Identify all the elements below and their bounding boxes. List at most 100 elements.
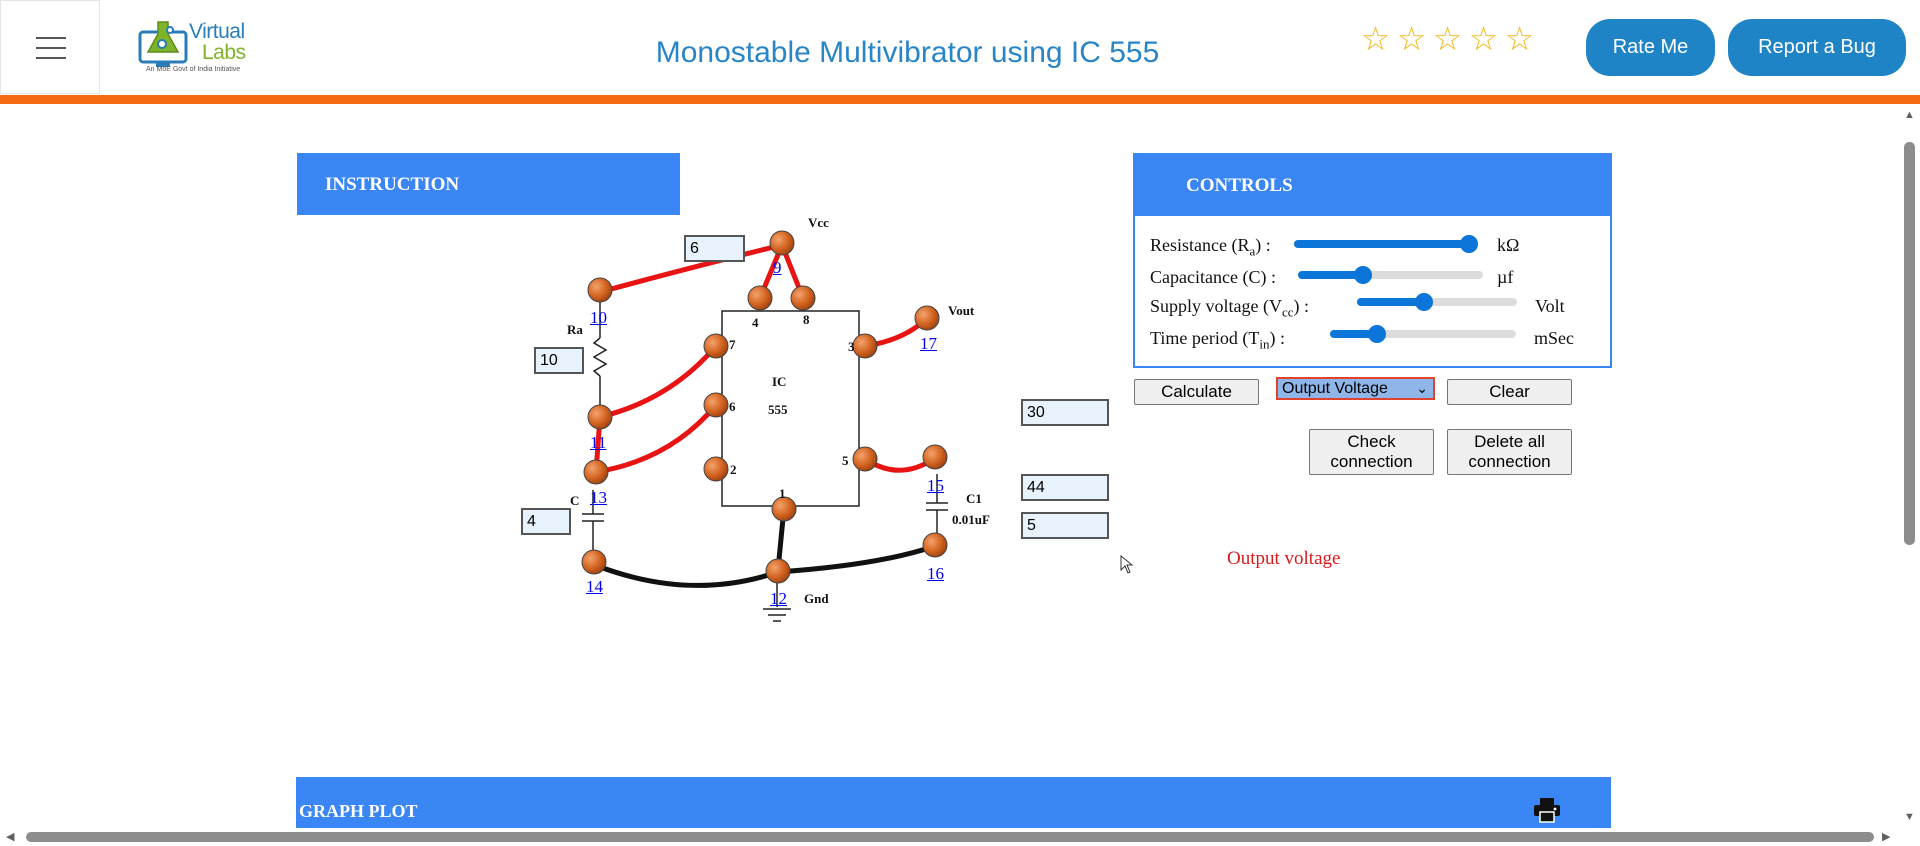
scroll-left-arrow-icon[interactable]: ◀ <box>6 832 14 843</box>
node-14-link[interactable]: 14 <box>586 577 603 597</box>
time-period-label: Time period (Tin) : <box>1150 328 1285 352</box>
slider-handle[interactable] <box>1459 235 1478 253</box>
calculate-button[interactable]: Calculate <box>1134 379 1259 405</box>
ic-pin-8[interactable] <box>790 285 816 311</box>
node-12-link[interactable]: 12 <box>770 589 787 609</box>
menu-icon-bar <box>36 47 66 49</box>
ic-number-label: 555 <box>768 402 788 417</box>
rate-me-button[interactable]: Rate Me <box>1586 19 1715 76</box>
check-connection-button[interactable]: Check connection <box>1309 429 1434 475</box>
node-16-link[interactable]: 16 <box>927 564 944 584</box>
node-11-link[interactable]: 11 <box>590 433 606 453</box>
scroll-right-arrow-icon[interactable]: ▶ <box>1882 832 1890 843</box>
mouse-cursor-icon <box>1120 555 1134 574</box>
hamburger-menu-button[interactable] <box>0 0 100 94</box>
slider-handle[interactable] <box>1353 266 1372 284</box>
node-15-link[interactable]: 15 <box>927 476 944 496</box>
ic-pin-5[interactable] <box>852 446 878 472</box>
wire-14-to-12 <box>592 562 781 588</box>
ic-pin-label: 3 <box>848 339 855 354</box>
star-icon[interactable]: ☆ <box>1504 22 1535 55</box>
ic-pin-4[interactable] <box>747 285 773 311</box>
ic-pin-label: 5 <box>842 453 849 468</box>
delete-all-connection-button[interactable]: Delete all connection <box>1447 429 1572 475</box>
delete-connection-line2: connection <box>1468 452 1551 471</box>
supply-voltage-slider[interactable] <box>1357 293 1517 311</box>
instruction-heading: INSTRUCTION <box>325 174 460 195</box>
node-13-link[interactable]: 13 <box>590 488 607 508</box>
check-connection-line2: connection <box>1330 452 1413 471</box>
capacitance-slider[interactable] <box>1298 266 1483 284</box>
resistance-slider[interactable] <box>1294 235 1478 253</box>
star-icon[interactable]: ☆ <box>1468 22 1499 55</box>
vout-label: Vout <box>948 303 975 318</box>
output-voltage-label: Output voltage <box>1227 548 1341 569</box>
node-14[interactable] <box>581 549 607 575</box>
node-9[interactable] <box>769 230 795 256</box>
resistance-unit: kΩ <box>1497 235 1520 255</box>
ra-value-input[interactable] <box>534 347 584 374</box>
capacitance-unit: µf <box>1497 267 1514 287</box>
output-mode-value: Output Voltage <box>1282 380 1388 397</box>
vcc-label: Vcc <box>808 215 829 230</box>
ic-pin-label: 1 <box>779 486 786 501</box>
ic-name-label: IC <box>772 374 787 389</box>
logo-text-labs: Labs <box>202 41 246 64</box>
clear-button[interactable]: Clear <box>1447 379 1572 405</box>
ra-label: Ra <box>567 322 583 337</box>
ic-pin-7[interactable] <box>703 333 729 359</box>
graph-plot-heading: GRAPH PLOT <box>299 801 418 821</box>
node-17-link[interactable]: 17 <box>920 334 937 354</box>
ic-pin-3[interactable] <box>852 333 878 359</box>
resistor-ra-symbol <box>592 337 608 377</box>
output-mode-select[interactable]: Output Voltage ⌄ <box>1276 377 1435 400</box>
ic-pin-6[interactable] <box>703 392 729 418</box>
node-10[interactable] <box>587 277 613 303</box>
ic-pin-label: 8 <box>803 312 810 327</box>
horizontal-scrollbar-thumb[interactable] <box>26 832 1874 842</box>
vcc-value-input[interactable] <box>684 235 745 262</box>
graph-plot-header[interactable]: GRAPH PLOT <box>296 777 1611 828</box>
output-value-2[interactable] <box>1021 474 1109 501</box>
scroll-down-arrow-icon[interactable]: ▼ <box>1904 812 1915 823</box>
printer-icon[interactable] <box>1533 797 1561 823</box>
slider-handle[interactable] <box>1367 325 1386 343</box>
c-value-input[interactable] <box>521 508 571 535</box>
star-rating[interactable]: ☆ ☆ ☆ ☆ ☆ <box>1360 22 1535 59</box>
wire-13-to-6 <box>593 402 719 475</box>
ic-pin-2[interactable] <box>703 456 729 482</box>
c1-value-label: 0.01uF <box>952 512 990 527</box>
node-11[interactable] <box>587 404 613 430</box>
star-icon[interactable]: ☆ <box>1396 22 1427 55</box>
header-divider <box>0 95 1920 104</box>
supply-voltage-label: Supply voltage (Vcc) : <box>1150 296 1310 320</box>
node-13[interactable] <box>583 459 609 485</box>
node-17[interactable] <box>914 305 940 331</box>
star-icon[interactable]: ☆ <box>1432 22 1463 55</box>
vertical-scrollbar-thumb[interactable] <box>1904 142 1915 545</box>
slider-fill <box>1294 240 1469 248</box>
node-9-link[interactable]: 9 <box>773 258 782 278</box>
ic-pin-label: 7 <box>729 337 736 352</box>
scroll-up-arrow-icon[interactable]: ▲ <box>1904 110 1915 121</box>
output-value-3[interactable] <box>1021 512 1109 539</box>
virtual-labs-logo[interactable]: Virtual Labs An MoE Govt of India Initia… <box>136 14 256 78</box>
ic-555-body <box>721 310 860 507</box>
chevron-down-icon: ⌄ <box>1416 380 1428 396</box>
resistance-label: Resistance (Ra) : <box>1150 235 1271 259</box>
c1-label: C1 <box>966 491 982 506</box>
time-period-unit: mSec <box>1534 328 1574 348</box>
node-16[interactable] <box>922 532 948 558</box>
time-period-slider[interactable] <box>1330 325 1516 343</box>
page-title: Monostable Multivibrator using IC 555 <box>655 36 1160 69</box>
ic-pin-label: 4 <box>752 315 759 330</box>
node-15[interactable] <box>922 444 948 470</box>
report-bug-button[interactable]: Report a Bug <box>1728 19 1906 76</box>
node-10-link[interactable]: 10 <box>590 308 607 328</box>
top-header: Virtual Labs An MoE Govt of India Initia… <box>0 0 1920 95</box>
output-value-1[interactable] <box>1021 399 1109 426</box>
star-icon[interactable]: ☆ <box>1360 22 1391 55</box>
instruction-panel-header[interactable]: INSTRUCTION <box>297 153 680 215</box>
c-label: C <box>570 493 580 508</box>
node-12[interactable] <box>765 558 791 584</box>
